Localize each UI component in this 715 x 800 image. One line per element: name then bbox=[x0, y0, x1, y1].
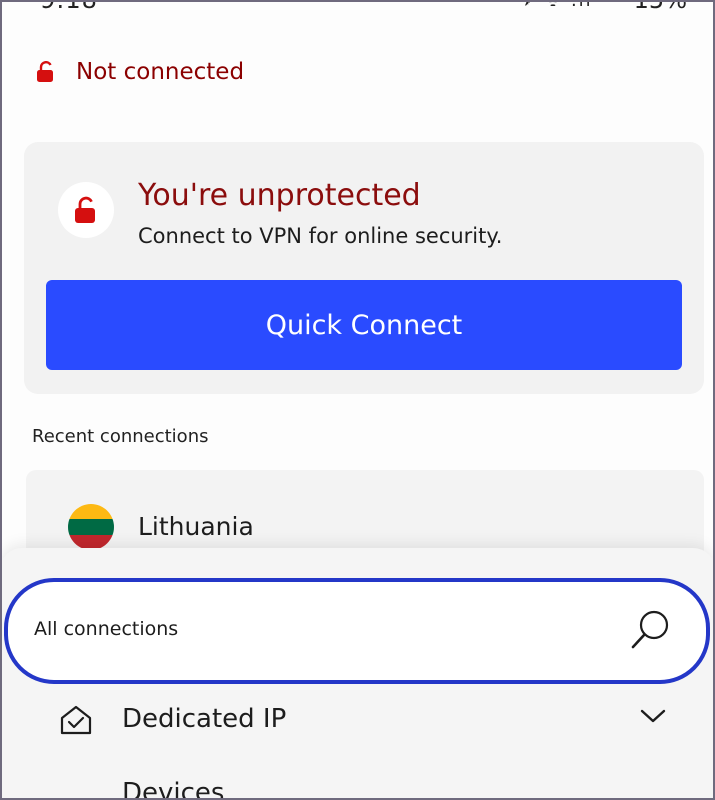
lock-open-icon bbox=[37, 61, 53, 82]
status-bar: 9:18 ✈ ᯤ .ıl 15% bbox=[0, 0, 715, 14]
menu-item-devices[interactable]: Devices bbox=[0, 764, 715, 800]
status-signal-icons: ✈ ᯤ .ıl bbox=[520, 0, 593, 11]
protection-subtitle: Connect to VPN for online security. bbox=[138, 224, 503, 248]
status-battery: 15% bbox=[633, 0, 687, 14]
search-input[interactable]: All connections bbox=[4, 578, 710, 684]
connection-status: Not connected bbox=[36, 56, 244, 88]
recent-country-label: Lithuania bbox=[138, 512, 254, 541]
search-icon[interactable] bbox=[630, 608, 672, 652]
lock-open-icon bbox=[75, 196, 95, 223]
search-placeholder: All connections bbox=[34, 618, 179, 640]
lock-badge bbox=[58, 182, 114, 238]
protection-card: You're unprotected Connect to VPN for on… bbox=[24, 142, 704, 394]
connection-status-text: Not connected bbox=[76, 59, 245, 85]
menu-item-dedicated-ip[interactable]: Dedicated IP bbox=[0, 690, 715, 750]
menu-item-label: Devices bbox=[122, 778, 225, 800]
recent-connections-heading: Recent connections bbox=[32, 426, 209, 447]
quick-connect-button[interactable]: Quick Connect bbox=[46, 280, 682, 370]
chevron-down-icon[interactable] bbox=[639, 706, 667, 726]
protection-title: You're unprotected bbox=[138, 178, 421, 213]
menu-item-label: Dedicated IP bbox=[122, 704, 287, 734]
devices-icon bbox=[58, 778, 94, 800]
home-check-icon bbox=[60, 705, 92, 735]
lithuania-flag-icon bbox=[68, 504, 114, 550]
status-time: 9:18 bbox=[40, 0, 98, 14]
